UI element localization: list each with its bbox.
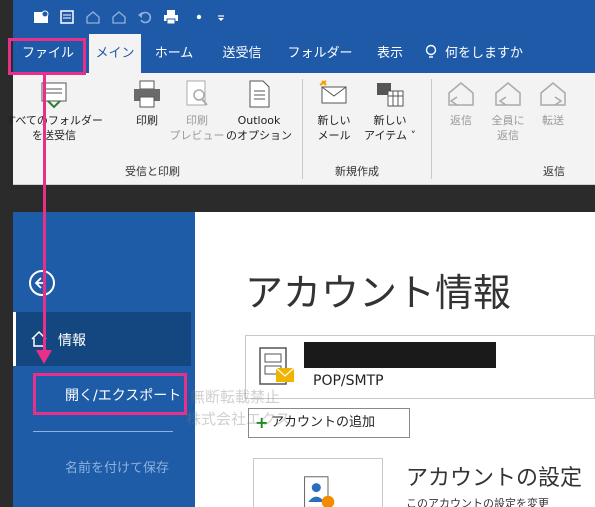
new-mail-icon xyxy=(319,80,347,104)
forward-envelope-icon xyxy=(540,82,566,106)
highlight-open-export xyxy=(33,373,187,415)
send-receive-icon[interactable] xyxy=(59,9,75,25)
dot-icon[interactable] xyxy=(191,9,207,25)
reply-label: 返信 xyxy=(450,114,472,127)
ribbon-tab-bar: ファイル メイン ホーム 送受信 フォルダー 表示 何をしますか xyxy=(13,34,595,73)
send-receive-all-label-1: すべてのフォルダー xyxy=(5,114,103,127)
group-label-send-print: 受信と印刷 xyxy=(125,165,180,178)
reply-all-icon[interactable] xyxy=(111,9,127,25)
nav-info-label: 情報 xyxy=(58,333,86,349)
new-item-label-2: アイテム ˅ xyxy=(364,129,416,142)
outlook-options-label-1: Outlook xyxy=(237,114,281,127)
annotation-arrow-head xyxy=(36,350,52,364)
group-divider xyxy=(431,79,432,179)
watermark: 無断転載禁止 xyxy=(190,388,281,406)
redacted-email xyxy=(304,342,496,368)
reply-all-button[interactable]: 全員に 返信 xyxy=(485,79,531,143)
customize-qat-icon[interactable] xyxy=(213,9,229,25)
new-item-button[interactable]: 新しい アイテム ˅ xyxy=(361,79,419,143)
new-item-icon xyxy=(377,83,404,107)
print-button[interactable]: 印刷 xyxy=(121,79,173,128)
tab-view[interactable]: 表示 xyxy=(365,34,415,73)
group-label-new: 新規作成 xyxy=(335,165,379,178)
new-item-label-1: 新しい xyxy=(373,114,407,127)
print-preview-button[interactable]: 印刷 プレビュー xyxy=(169,79,225,143)
lightbulb-icon xyxy=(425,44,437,58)
options-page-icon xyxy=(249,80,270,108)
page-title: アカウント情報 xyxy=(245,271,512,315)
reply-all-label-1: 全員に xyxy=(491,114,525,127)
send-receive-all-button[interactable]: すべてのフォルダー を送受信 xyxy=(5,79,103,143)
print-preview-label-1: 印刷 xyxy=(186,114,208,127)
quick-access-toolbar xyxy=(13,0,595,34)
account-settings-button[interactable] xyxy=(253,458,383,507)
printer-icon xyxy=(134,80,160,108)
reply-envelope-icon xyxy=(448,82,474,106)
tell-me-search[interactable]: 何をしますか xyxy=(423,34,553,73)
mail-file-icon xyxy=(259,347,295,385)
annotation-arrow xyxy=(43,73,46,353)
backstage-nav-save-as[interactable]: 名前を付けて保存 xyxy=(65,460,185,478)
new-mail-label-2: メール xyxy=(317,129,351,142)
account-selector[interactable]: POP/SMTP xyxy=(245,335,595,399)
reply-all-envelope-icon xyxy=(495,82,521,106)
print-icon[interactable] xyxy=(163,9,179,25)
outlook-options-button[interactable]: Outlook のオプション xyxy=(225,79,293,143)
account-settings-icon xyxy=(304,476,335,507)
group-divider xyxy=(302,79,303,179)
print-preview-label-2: プレビュー xyxy=(169,129,225,142)
reply-icon[interactable] xyxy=(85,9,101,25)
account-settings-title: アカウントの設定 xyxy=(406,466,583,491)
outlook-options-label-2: のオプション xyxy=(226,129,292,142)
ribbon-screenshot: ファイル メイン ホーム 送受信 フォルダー 表示 何をしますか すべてのフォル… xyxy=(5,0,595,185)
ribbon-panel: すべてのフォルダー を送受信 印刷 印刷 プレビュー Outlook のオプショ… xyxy=(5,73,595,185)
tab-folder[interactable]: フォルダー xyxy=(281,34,359,73)
new-mail-button[interactable]: 新しい メール xyxy=(309,79,359,143)
watermark: 株式会社エクス xyxy=(186,410,291,428)
account-type: POP/SMTP xyxy=(313,373,384,389)
forward-button[interactable]: 転送 xyxy=(533,79,573,128)
send-receive-all-label-2: を送受信 xyxy=(32,129,76,142)
undo-icon[interactable] xyxy=(137,9,153,25)
forward-label: 転送 xyxy=(542,114,564,127)
reply-button[interactable]: 返信 xyxy=(441,79,481,128)
tab-home[interactable]: ホーム xyxy=(145,34,203,73)
highlight-file-tab xyxy=(8,38,86,75)
outlook-send-icon[interactable] xyxy=(33,9,49,25)
tell-me-label: 何をしますか xyxy=(445,46,524,61)
reply-all-label-2: 返信 xyxy=(497,129,519,142)
account-settings-description: このアカウントの設定を変更 xyxy=(406,497,549,507)
group-label-respond: 返信 xyxy=(543,165,565,178)
nav-divider xyxy=(33,431,173,432)
new-mail-label-1: 新しい xyxy=(317,114,351,127)
print-preview-icon xyxy=(186,80,208,106)
backstage-screenshot: 情報 開く/エクスポート 名前を付けて保存 アカウント情報 POP/SMTP +… xyxy=(13,212,595,507)
tab-main[interactable]: メイン xyxy=(89,34,141,73)
tab-send-receive[interactable]: 送受信 xyxy=(209,34,275,73)
print-label: 印刷 xyxy=(136,114,158,127)
back-arrow-icon[interactable] xyxy=(29,270,55,296)
